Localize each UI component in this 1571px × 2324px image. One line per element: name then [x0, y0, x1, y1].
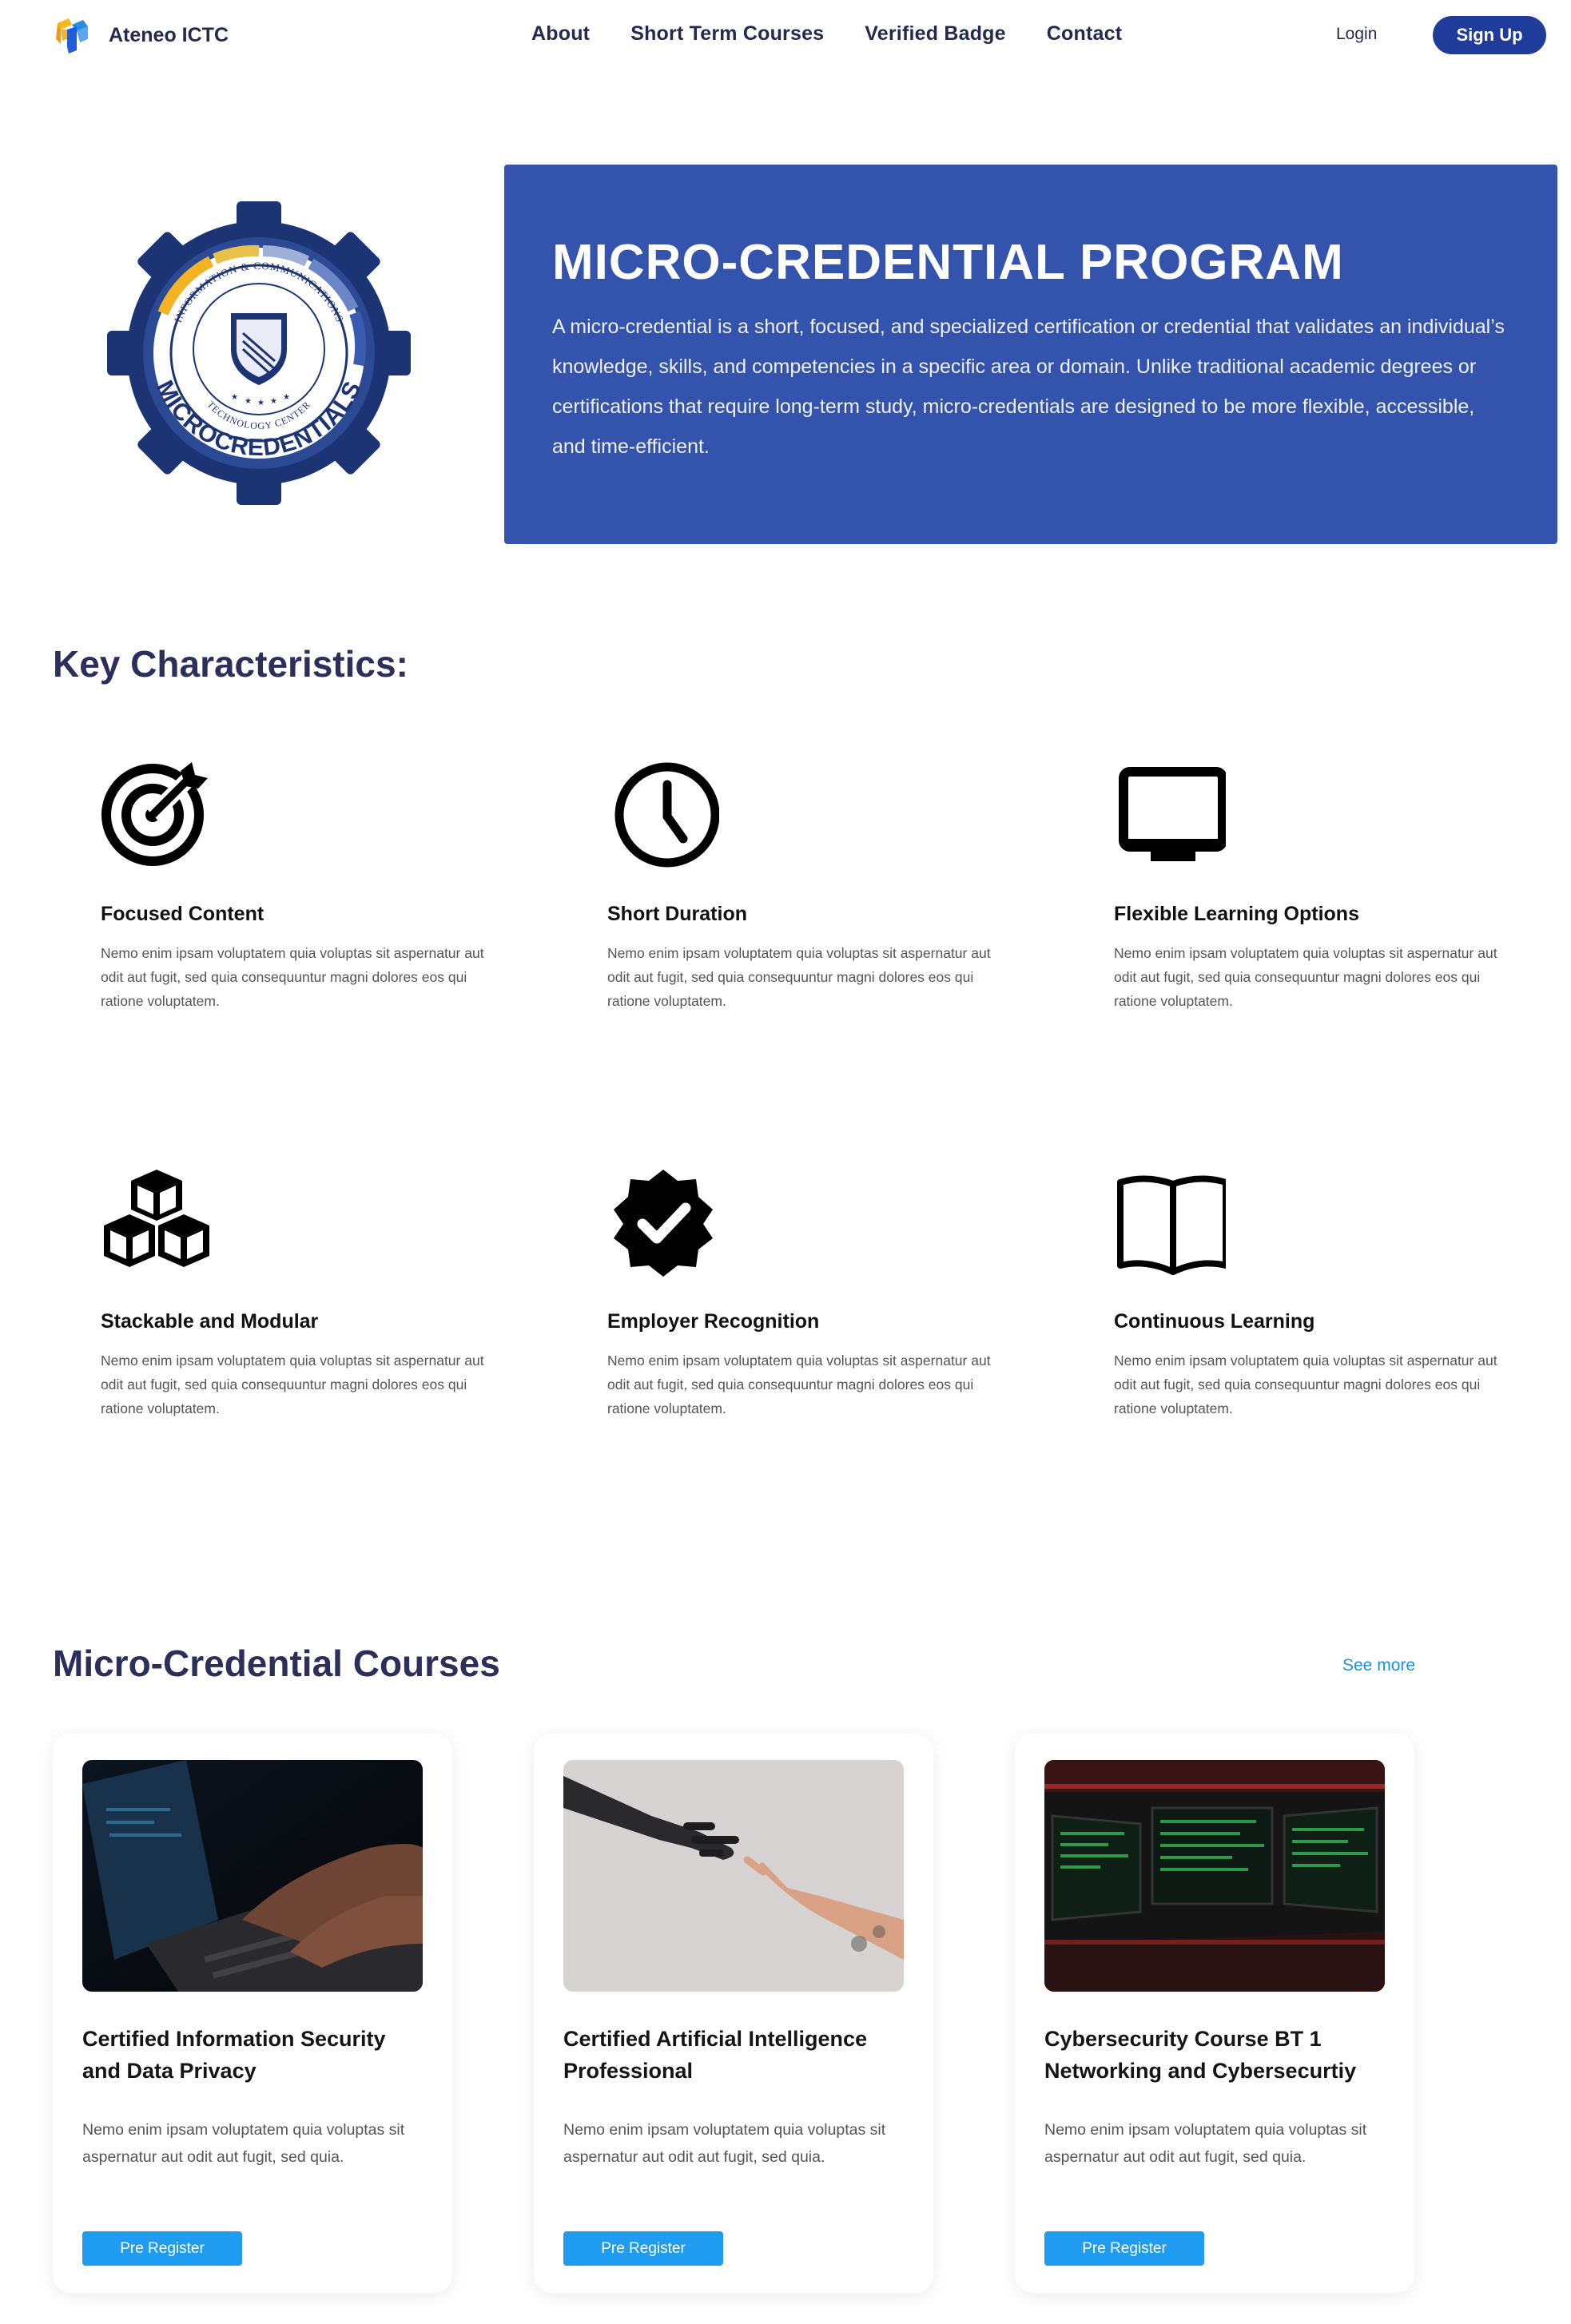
clock-icon	[614, 762, 720, 868]
feature-focused-content: Focused Content Nemo enim ipsam voluptat…	[101, 759, 484, 1009]
course-image-cyber-monitors	[1044, 1760, 1385, 1992]
see-more-link[interactable]: See more	[1342, 1656, 1415, 1675]
feature-flexible-learning: Flexible Learning Options Nemo enim ipsa…	[1114, 759, 1497, 1009]
feature-description: Nemo enim ipsam voluptatem quia voluptas…	[101, 1353, 484, 1416]
feature-name: Focused Content	[101, 903, 264, 925]
cubes-icon	[104, 1170, 209, 1267]
microcredentials-emblem: INFORMATION & COMMUNICATIONS TECHNOLOGY …	[107, 201, 411, 505]
course-title: Certified Information Security and Data …	[82, 2027, 386, 2083]
svg-text:★: ★	[257, 399, 264, 407]
nav-link-contact[interactable]: Contact	[1047, 22, 1122, 46]
nav-link-verified-badge[interactable]: Verified Badge	[865, 22, 1005, 46]
feature-name: Stackable and Modular	[101, 1310, 319, 1333]
login-link[interactable]: Login	[1336, 25, 1377, 44]
svg-text:★: ★	[245, 397, 252, 406]
pre-register-button[interactable]: Pre Register	[82, 2231, 242, 2266]
feature-short-duration: Short Duration Nemo enim ipsam voluptate…	[607, 759, 991, 1009]
feature-name: Employer Recognition	[607, 1310, 820, 1333]
feature-name: Short Duration	[607, 903, 747, 925]
course-card[interactable]: Cybersecurity Course BT 1 Networking and…	[1015, 1734, 1414, 2293]
target-icon	[101, 762, 208, 866]
verified-badge-icon	[614, 1170, 713, 1277]
feature-description: Nemo enim ipsam voluptatem quia voluptas…	[1114, 1353, 1497, 1416]
course-description: Nemo enim ipsam voluptatem quia voluptas…	[1044, 2121, 1367, 2166]
hero-banner: MICRO-CREDENTIAL PROGRAM A micro-credent…	[504, 165, 1557, 544]
nav-links: About Short Term Courses Verified Badge …	[531, 22, 1163, 46]
hero-description: A micro-credential is a short, focused, …	[552, 316, 1505, 458]
brand-name: Ateneo ICTC	[109, 23, 229, 46]
open-book-icon	[1117, 1175, 1229, 1275]
feature-description: Nemo enim ipsam voluptatem quia voluptas…	[1114, 945, 1497, 1009]
ictc-logo-icon	[56, 18, 88, 54]
course-title: Certified Artificial Intelligence Profes…	[563, 2027, 868, 2083]
pre-register-button[interactable]: Pre Register	[1044, 2231, 1204, 2266]
feature-employer-recognition: Employer Recognition Nemo enim ipsam vol…	[607, 1166, 991, 1416]
monitor-icon	[1119, 767, 1227, 861]
key-characteristics-title: Key Characteristics:	[53, 643, 408, 685]
nav-link-short-term-courses[interactable]: Short Term Courses	[630, 22, 824, 46]
feature-continuous-learning: Continuous Learning Nemo enim ipsam volu…	[1114, 1166, 1497, 1416]
feature-description: Nemo enim ipsam voluptatem quia voluptas…	[101, 945, 484, 1009]
course-image-robot-human-hand	[563, 1760, 904, 1992]
course-description: Nemo enim ipsam voluptatem quia voluptas…	[563, 2121, 886, 2166]
course-card[interactable]: Certified Information Security and Data …	[53, 1734, 452, 2293]
svg-text:★: ★	[231, 393, 238, 402]
nav-link-about[interactable]: About	[531, 22, 590, 46]
pre-register-button[interactable]: Pre Register	[563, 2231, 723, 2266]
feature-name: Continuous Learning	[1114, 1310, 1315, 1333]
svg-text:★: ★	[270, 397, 277, 406]
course-title: Cybersecurity Course BT 1 Networking and…	[1044, 2027, 1357, 2083]
signup-button[interactable]: Sign Up	[1433, 16, 1546, 54]
top-nav: Ateneo ICTC About Short Term Courses Ver…	[0, 0, 1571, 70]
feature-name: Flexible Learning Options	[1114, 903, 1359, 925]
svg-text:★: ★	[283, 393, 290, 402]
feature-stackable-modular: Stackable and Modular Nemo enim ipsam vo…	[101, 1166, 484, 1416]
courses-title: Micro-Credential Courses	[53, 1643, 500, 1684]
feature-description: Nemo enim ipsam voluptatem quia voluptas…	[607, 945, 991, 1009]
course-description: Nemo enim ipsam voluptatem quia voluptas…	[82, 2121, 405, 2166]
course-image-laptop-typing	[82, 1760, 423, 1992]
brand[interactable]: Ateneo ICTC	[53, 14, 229, 56]
hero-title: MICRO-CREDENTIAL PROGRAM	[552, 235, 1344, 290]
feature-description: Nemo enim ipsam voluptatem quia voluptas…	[607, 1353, 991, 1416]
course-card[interactable]: Certified Artificial Intelligence Profes…	[534, 1734, 933, 2293]
